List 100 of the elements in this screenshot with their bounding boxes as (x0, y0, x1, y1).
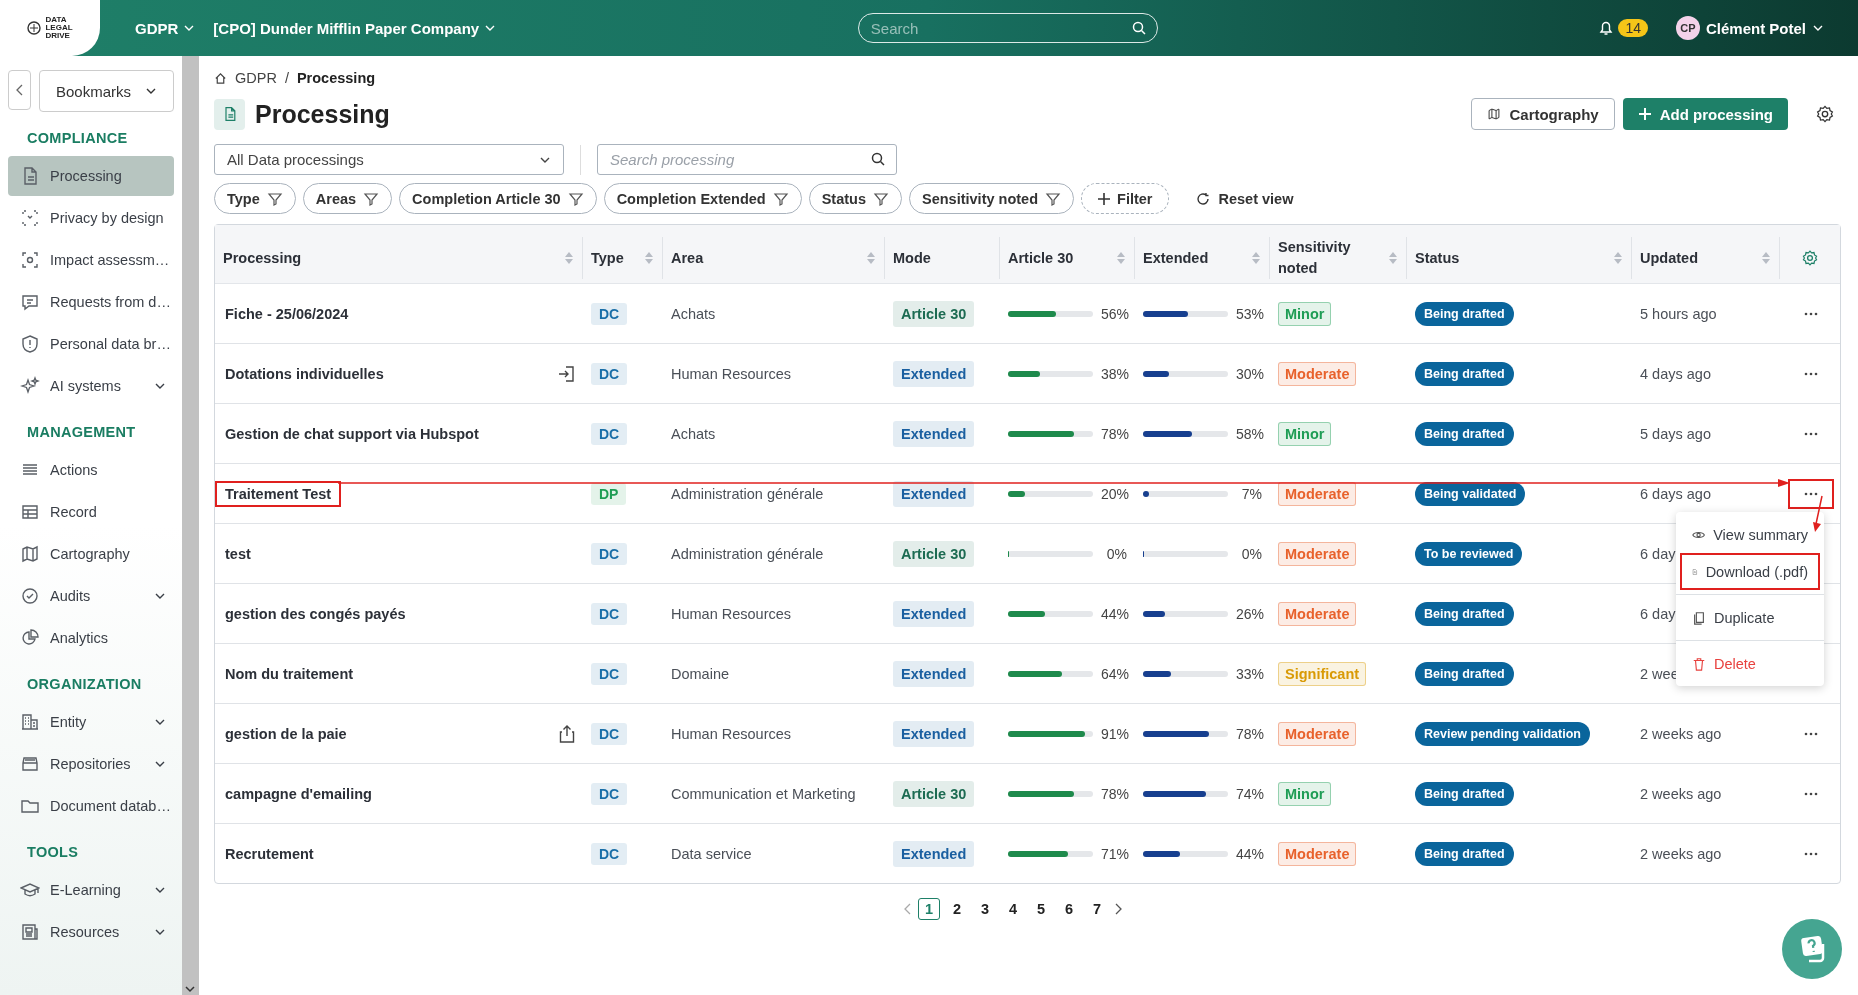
sidebar-item[interactable]: Impact assessm… (8, 240, 174, 280)
area-cell-text: Achats (670, 425, 717, 442)
page-button[interactable]: 2 (946, 898, 968, 920)
cartography-button[interactable]: Cartography (1471, 98, 1615, 130)
sidebar-item[interactable]: Repositories (8, 744, 174, 784)
sidebar-item[interactable]: Actions (8, 450, 174, 490)
sort-icon[interactable] (1252, 252, 1260, 264)
updated-text: 2 weeks ago (1640, 785, 1722, 802)
more-icon (1804, 311, 1818, 316)
add-filter-button[interactable]: Filter (1081, 183, 1170, 214)
page-button[interactable]: 6 (1058, 898, 1080, 920)
previous-page-icon[interactable] (904, 903, 912, 915)
type-tag: DC (591, 842, 628, 865)
processing-name[interactable]: test (215, 540, 261, 567)
item-label: Privacy by design (50, 210, 165, 226)
sidebar-item[interactable]: Privacy by design (8, 198, 174, 238)
percentage: 58% (1236, 425, 1265, 442)
menu-item[interactable]: View summary (1680, 516, 1820, 553)
processing-name[interactable]: Nom du traitement (215, 660, 364, 687)
mode-tag: Extended (893, 360, 975, 387)
sort-icon[interactable] (645, 252, 653, 264)
sidebar-item[interactable]: Record (8, 492, 174, 532)
more-icon (1804, 731, 1818, 736)
sidebar-item[interactable]: Document datab… (8, 786, 174, 826)
filter-chip[interactable]: Sensitivity noted (909, 183, 1075, 214)
settings-icon[interactable] (1816, 105, 1834, 123)
sidebar-item[interactable]: Analytics (8, 618, 174, 658)
collapse-button[interactable] (8, 70, 31, 110)
area-cell-text: Achats (670, 305, 717, 322)
item-label: Analytics (50, 630, 110, 646)
page-button[interactable]: 4 (1002, 898, 1024, 920)
sidebar-item[interactable]: Entity (8, 702, 174, 742)
filter-chip[interactable]: Completion Extended (603, 183, 802, 214)
sidebar-item[interactable]: E-Learning (8, 870, 174, 910)
processing-name[interactable]: Dotations individuelles (215, 360, 394, 387)
sidebar-item[interactable]: Requests from d… (8, 282, 174, 322)
module-dropdown[interactable]: GDPR (135, 19, 196, 37)
company-dropdown[interactable]: [CPO] Dunder Mifflin Paper Company (213, 19, 497, 37)
sensitivity-tag: Moderate (1278, 721, 1357, 746)
view-dropdown[interactable]: All Data processings (214, 144, 564, 175)
share-icon[interactable] (559, 724, 575, 743)
status-tag: Being drafted (1415, 301, 1514, 326)
sort-icon[interactable] (1762, 252, 1770, 264)
processing-name[interactable]: gestion des congés payés (215, 600, 416, 627)
sort-icon[interactable] (565, 252, 573, 264)
sidebar-item[interactable]: Cartography (8, 534, 174, 574)
sort-icon[interactable] (1614, 252, 1622, 264)
search-processing-field[interactable]: Search processing (597, 144, 897, 175)
sidebar-item[interactable]: Personal data br… (8, 324, 174, 364)
filter-chip[interactable]: Type (214, 183, 296, 214)
processing-name[interactable]: Fiche - 25/06/2024 (215, 300, 359, 327)
next-page-icon[interactable] (1114, 903, 1122, 915)
menu-item[interactable]: Duplicate (1680, 599, 1820, 636)
area-cell-text: Human Resources (670, 605, 793, 622)
reset-view-button[interactable]: Reset view (1190, 189, 1300, 208)
page-button[interactable]: 5 (1030, 898, 1052, 920)
user-menu[interactable]: CP Clément Potel (1669, 15, 1830, 41)
page-button[interactable]: 7 (1086, 898, 1108, 920)
processing-name[interactable]: Recrutement (215, 840, 324, 867)
mode-tag: Article 30 (893, 540, 975, 567)
sensitivity-tag: Moderate (1278, 601, 1357, 626)
percentage: 20% (1101, 485, 1130, 502)
menu-item[interactable]: Delete (1680, 645, 1820, 682)
bell-icon[interactable] (1599, 20, 1614, 36)
search-field[interactable]: Search (857, 13, 1158, 43)
breadcrumb-link[interactable]: GDPR (235, 70, 277, 86)
bookmarks-dropdown[interactable]: Bookmarks (39, 70, 174, 112)
add-processing-button[interactable]: Add processing (1622, 98, 1788, 130)
sort-icon[interactable] (867, 252, 875, 264)
login-icon[interactable] (557, 364, 575, 383)
filter-icon (1045, 190, 1062, 207)
page-button[interactable]: 1 (918, 898, 940, 920)
menu-item[interactable]: Download (.pdf) (1680, 553, 1820, 590)
processing-name[interactable]: gestion de la paie (215, 720, 357, 747)
item-label: Entity (50, 714, 88, 730)
filter-chip[interactable]: Status (808, 183, 902, 214)
sidebar-item[interactable]: Audits (8, 576, 174, 616)
annotation-arrow (1812, 496, 1824, 532)
sidebar-item[interactable]: Resources (8, 912, 174, 952)
scroll-down-icon[interactable] (185, 985, 195, 993)
help-button[interactable] (1782, 919, 1842, 979)
more-button[interactable] (1788, 478, 1834, 509)
processing-name[interactable]: Traitement Test (215, 480, 342, 507)
home-icon[interactable] (214, 71, 227, 85)
sort-icon[interactable] (1117, 252, 1125, 264)
percentage: 30% (1236, 365, 1265, 382)
page-button[interactable]: 3 (974, 898, 996, 920)
sort-icon[interactable] (1389, 252, 1397, 264)
section-heading: TOOLS (27, 844, 80, 860)
filter-chip[interactable]: Completion Article 30 (399, 183, 597, 214)
processing-name[interactable]: campagne d'emailing (215, 780, 382, 807)
sensitivity-tag: Minor (1278, 781, 1332, 806)
sidebar-item[interactable]: Processing (8, 156, 174, 196)
status-tag: Being validated (1415, 481, 1526, 506)
column-header: Area (671, 248, 704, 268)
filter-chip[interactable]: Areas (302, 183, 393, 214)
scrollbar[interactable] (182, 56, 199, 995)
sidebar-item[interactable]: AI systems (8, 366, 174, 406)
processing-name[interactable]: Gestion de chat support via Hubspot (215, 420, 489, 447)
drawer-icon (20, 754, 40, 774)
